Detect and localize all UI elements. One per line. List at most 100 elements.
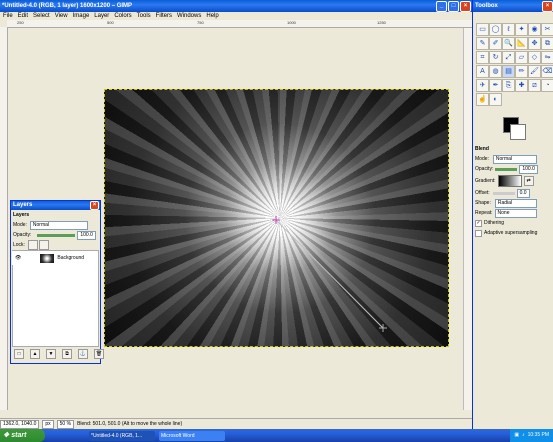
bucket-fill-tool-icon[interactable]: ◍: [489, 65, 502, 78]
align-tool-icon[interactable]: ⧉: [541, 37, 553, 50]
clone-tool-icon[interactable]: ⎘: [502, 79, 515, 92]
smudge-tool-icon[interactable]: ☝: [476, 93, 489, 106]
ellipse-select-tool-icon[interactable]: ◯: [489, 23, 502, 36]
layers-opacity-slider[interactable]: [37, 233, 76, 237]
ruler-tick: 1000: [287, 20, 296, 25]
free-select-tool-icon[interactable]: ℓ: [502, 23, 515, 36]
blend-offset-label: Offset:: [475, 190, 490, 196]
horizontal-ruler[interactable]: 250 500 750 1000 1250: [7, 20, 472, 28]
eye-icon[interactable]: 👁: [15, 255, 21, 261]
scissors-tool-icon[interactable]: ✂: [541, 23, 553, 36]
blur-tool-icon[interactable]: ◔: [541, 79, 553, 92]
layers-mode-label: Mode:: [13, 222, 27, 228]
windows-logo-icon: ❖: [3, 432, 10, 439]
blend-line: [275, 219, 384, 329]
maximize-button[interactable]: □: [448, 0, 459, 12]
adaptive-label: Adaptive supersampling: [484, 230, 538, 236]
image-window-titlebar[interactable]: *Untitled-4.0 (RGB, 1 layer) 1600x1200 –…: [0, 0, 472, 12]
text-tool-icon[interactable]: A: [476, 65, 489, 78]
background-color[interactable]: [510, 124, 526, 140]
layers-close-button[interactable]: ×: [90, 201, 99, 210]
move-tool-icon[interactable]: ✥: [528, 37, 541, 50]
eraser-tool-icon[interactable]: ⌫: [541, 65, 553, 78]
measure-tool-icon[interactable]: 📐: [515, 37, 528, 50]
statusbar: 1362.0, 1040.0 px 50 % Blend: 501.0, 501…: [0, 418, 472, 429]
blend-tool-icon[interactable]: ▤: [502, 65, 515, 78]
anchor-layer-icon[interactable]: ⚓: [78, 349, 88, 359]
zoom-selector[interactable]: 50 %: [56, 419, 75, 429]
start-button[interactable]: ❖ start: [0, 429, 45, 442]
close-button[interactable]: ×: [460, 0, 471, 12]
blend-shape-select[interactable]: Radial: [494, 198, 537, 208]
vertical-scrollbar[interactable]: [463, 28, 472, 410]
clock: 10:35 PM: [527, 432, 549, 438]
lock-alpha-toggle[interactable]: [38, 240, 49, 250]
pencil-tool-icon[interactable]: ✏: [515, 65, 528, 78]
toolbox-close-button[interactable]: ×: [542, 0, 553, 12]
blend-gradient-row: Gradient: ⇄: [473, 174, 553, 188]
gradient-preview[interactable]: [497, 175, 522, 187]
taskbar: ❖ start *Untitled-4.0 (RGB, 1... Microso…: [0, 429, 553, 442]
task-gimp[interactable]: *Untitled-4.0 (RGB, 1...: [89, 430, 155, 441]
image-canvas[interactable]: [104, 89, 449, 347]
layers-heading: Layers: [13, 212, 30, 218]
blend-title: Blend: [475, 146, 489, 152]
blend-mode-label: Mode:: [475, 156, 489, 162]
raise-layer-icon[interactable]: ▲: [30, 349, 40, 359]
lock-pixels-toggle[interactable]: [27, 240, 38, 250]
volume-icon[interactable]: ♪: [522, 429, 525, 442]
pointer-coordinates: 1362.0, 1040.0: [0, 419, 40, 429]
dodge-tool-icon[interactable]: ◐: [489, 93, 502, 106]
unit-selector[interactable]: px: [42, 419, 54, 429]
task-word[interactable]: Microsoft Word: [159, 430, 225, 441]
color-swatches[interactable]: [503, 117, 526, 140]
fuzzy-select-tool-icon[interactable]: ✦: [515, 23, 528, 36]
ruler-tick: 1250: [377, 20, 386, 25]
blend-mode-select[interactable]: Normal: [492, 154, 537, 164]
adaptive-checkbox[interactable]: [475, 229, 482, 237]
heal-tool-icon[interactable]: ✚: [515, 79, 528, 92]
layers-dialog: Layers × Layers Mode: Normal Opacity: 10…: [10, 200, 104, 364]
reverse-gradient-icon[interactable]: ⇄: [523, 176, 534, 186]
paintbrush-tool-icon[interactable]: 🖌: [528, 65, 541, 78]
network-icon[interactable]: ▣: [514, 429, 519, 442]
minimize-button[interactable]: _: [436, 0, 447, 12]
start-label: start: [11, 432, 27, 439]
rotate-tool-icon[interactable]: ↻: [489, 51, 502, 64]
perspective-clone-tool-icon[interactable]: ⧄: [528, 79, 541, 92]
paths-tool-icon[interactable]: ✎: [476, 37, 489, 50]
blend-offset-row: Offset: 0.0: [473, 188, 553, 198]
toolbox-titlebar[interactable]: Toolbox ×: [473, 0, 553, 12]
blend-line-overlay: [272, 216, 387, 332]
crop-tool-icon[interactable]: ⌗: [476, 51, 489, 64]
blend-opacity-row: Opacity: 100.0: [473, 164, 553, 174]
layers-mode-select[interactable]: Normal: [29, 220, 88, 230]
layer-name: Background: [57, 255, 85, 261]
ink-tool-icon[interactable]: ✒: [489, 79, 502, 92]
color-picker-tool-icon[interactable]: ✐: [489, 37, 502, 50]
blend-offset-slider[interactable]: [492, 191, 515, 195]
shear-tool-icon[interactable]: ▱: [515, 51, 528, 64]
zoom-tool-icon[interactable]: 🔍: [502, 37, 515, 50]
blend-repeat-select[interactable]: None: [494, 208, 537, 218]
layers-opacity-value[interactable]: 100.0: [77, 230, 96, 240]
scale-tool-icon[interactable]: ⤢: [502, 51, 515, 64]
vertical-ruler[interactable]: [0, 27, 8, 410]
blend-offset-value[interactable]: 0.0: [516, 188, 530, 198]
layers-titlebar[interactable]: Layers ×: [11, 201, 100, 210]
select-by-color-tool-icon[interactable]: ◉: [528, 23, 541, 36]
flip-tool-icon[interactable]: ⇋: [541, 51, 553, 64]
blend-opacity-value[interactable]: 100.0: [519, 164, 538, 174]
layer-row-background[interactable]: 👁 Background: [12, 251, 97, 265]
blend-opacity-slider[interactable]: [495, 167, 518, 171]
window-title: *Untitled-4.0 (RGB, 1 layer) 1600x1200 –…: [2, 3, 133, 9]
layers-lock-label: Lock:: [13, 242, 25, 248]
lower-layer-icon[interactable]: ▼: [46, 349, 56, 359]
dithering-checkbox[interactable]: ✓: [475, 219, 482, 227]
delete-layer-icon[interactable]: 🗑: [94, 349, 104, 359]
rect-select-tool-icon[interactable]: ▭: [476, 23, 489, 36]
perspective-tool-icon[interactable]: ◇: [528, 51, 541, 64]
new-layer-icon[interactable]: □: [14, 349, 24, 359]
duplicate-layer-icon[interactable]: ⧉: [62, 349, 72, 359]
airbrush-tool-icon[interactable]: ✈: [476, 79, 489, 92]
